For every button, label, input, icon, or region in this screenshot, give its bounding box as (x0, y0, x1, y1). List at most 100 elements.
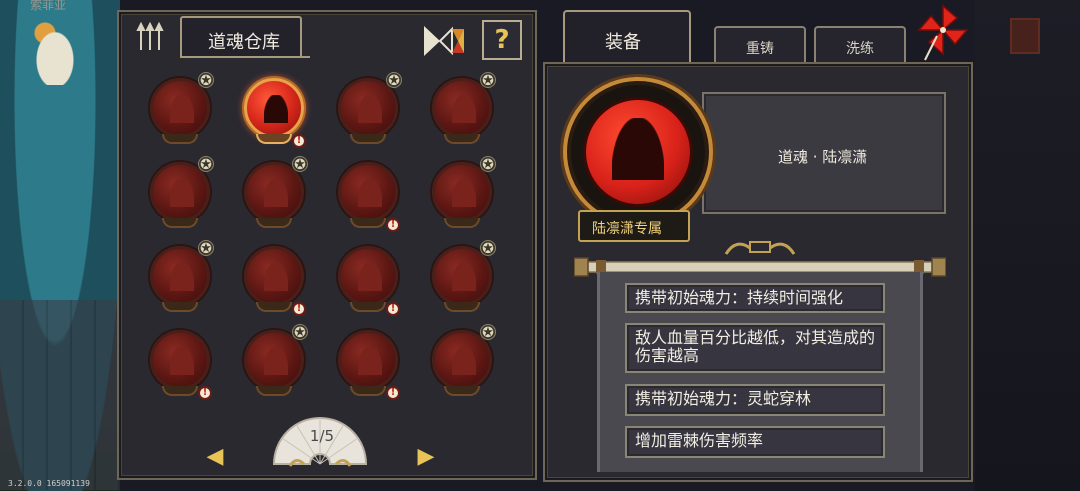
star-icon: ✪ (292, 156, 308, 173)
orb-stand (256, 218, 292, 228)
soul-slot[interactable]: ! (328, 154, 408, 234)
alert-icon: ! (292, 302, 306, 316)
effect-item: 携带初始魂力：灵蛇穿林 (625, 384, 885, 416)
soul-portrait-icon (452, 347, 476, 375)
page-indicator: 1/5 (309, 427, 335, 445)
soul-slot[interactable]: ! (328, 322, 408, 402)
orb-stand (444, 386, 480, 396)
tab-refine-label: 洗练 (846, 41, 874, 57)
soul-portrait-icon (358, 347, 382, 375)
alert-icon: ! (198, 386, 212, 400)
soul-portrait-icon (264, 263, 288, 291)
floor-tiles (0, 300, 120, 490)
soul-portrait-icon (170, 263, 194, 291)
soul-portrait-icon (452, 263, 476, 291)
warehouse-title: 道魂仓库 (208, 32, 280, 53)
star-icon: ✪ (198, 72, 214, 89)
soul-portrait-icon (358, 263, 382, 291)
orb-stand (350, 218, 386, 228)
alert-icon: ! (292, 134, 306, 148)
soul-slot[interactable]: ✪ (328, 70, 408, 150)
soul-portrait-icon (358, 95, 382, 123)
soul-name-box: 道魂 · 陆凛潇 (702, 92, 946, 214)
soul-orb (338, 330, 398, 390)
soul-portrait-icon (170, 179, 194, 207)
soul-portrait-icon (452, 95, 476, 123)
soul-slot[interactable]: ! (140, 322, 220, 402)
soul-portrait-icon (612, 118, 664, 180)
star-icon: ✪ (198, 240, 214, 257)
tab-refine[interactable]: 洗练 (814, 26, 906, 64)
pinwheel-close-icon[interactable] (915, 2, 971, 62)
soul-slot[interactable]: ✪ (422, 70, 502, 150)
tangram-icon[interactable] (422, 24, 466, 58)
soul-slot[interactable]: ! (234, 238, 314, 318)
soul-slot[interactable]: ✪ (140, 238, 220, 318)
orb-stand (256, 302, 292, 312)
soul-name: 道魂 · 陆凛潇 (778, 148, 868, 166)
soul-slot[interactable]: ✪ (234, 322, 314, 402)
soul-portrait-icon (170, 347, 194, 375)
soul-portrait-icon (170, 95, 194, 123)
orb-stand (162, 302, 198, 312)
soul-slot[interactable]: ✪ (140, 154, 220, 234)
soul-portrait-icon (452, 179, 476, 207)
game-background-left: 索菲亚 (0, 0, 120, 491)
soul-portrait-icon (264, 179, 288, 207)
soul-slot[interactable]: ✪ (422, 238, 502, 318)
alert-icon: ! (386, 302, 400, 316)
orb-stand (350, 386, 386, 396)
soul-slot[interactable]: ! (328, 238, 408, 318)
soul-slot[interactable]: ✪ (234, 154, 314, 234)
soul-slot[interactable]: ✪ (422, 322, 502, 402)
effect-item: 携带初始魂力：持续时间强化 (625, 283, 885, 313)
effect-item: 敌人血量百分比越低，对其造成的伤害越高 (625, 323, 885, 373)
soul-portrait-icon (358, 179, 382, 207)
soul-orb (244, 78, 304, 138)
alert-icon: ! (386, 386, 400, 400)
exclusive-badge: 陆凛潇专属 (578, 210, 690, 242)
orb-stand (162, 134, 198, 144)
tab-equip[interactable]: 装备 (563, 10, 691, 68)
soul-grid: ✪! ✪ ✪ ✪ ✪! ✪ ✪!! ✪! ✪! ✪ (140, 70, 520, 410)
exclusive-label: 陆凛潇专属 (592, 221, 662, 237)
soul-slot[interactable]: ✪ (140, 70, 220, 150)
orb-stand (256, 386, 292, 396)
tab-recast-label: 重铸 (746, 41, 774, 57)
soul-slot[interactable]: ✪ (422, 154, 502, 234)
star-icon: ✪ (292, 324, 308, 341)
tab-equip-label: 装备 (605, 32, 641, 53)
star-icon: ✪ (480, 156, 496, 173)
orb-stand (350, 302, 386, 312)
star-icon: ✪ (480, 240, 496, 257)
tab-recast[interactable]: 重铸 (714, 26, 806, 64)
star-icon: ✪ (198, 156, 214, 173)
orb-stand (444, 218, 480, 228)
orb-stand (444, 134, 480, 144)
orb-stand (162, 386, 198, 396)
soul-portrait-icon (264, 95, 288, 123)
orb-stand (444, 302, 480, 312)
star-icon: ✪ (480, 324, 496, 341)
warehouse-title-tab: 道魂仓库 (180, 16, 302, 56)
background-npc-name: 索菲亚 (30, 0, 67, 12)
soul-orb (150, 330, 210, 390)
soul-portrait-icon (264, 347, 288, 375)
soul-orb (244, 246, 304, 306)
title-underline (180, 56, 310, 58)
version-text: 3.2.0.0 165091139 (8, 479, 90, 488)
orb-stand (350, 134, 386, 144)
star-icon: ✪ (480, 72, 496, 89)
effect-item: 增加雷棘伤害频率 (625, 426, 885, 458)
soul-slot-selected[interactable]: ! (234, 70, 314, 150)
prev-page-button[interactable]: ◀ (205, 446, 225, 468)
next-page-button[interactable]: ▶ (416, 446, 436, 468)
soul-orb (338, 162, 398, 222)
soul-orb (338, 246, 398, 306)
alert-icon: ! (386, 218, 400, 232)
background-object (1010, 18, 1040, 54)
statue-decoration (25, 15, 85, 85)
help-button[interactable]: ? (482, 20, 522, 60)
star-icon: ✪ (386, 72, 402, 89)
orb-stand (256, 134, 292, 144)
